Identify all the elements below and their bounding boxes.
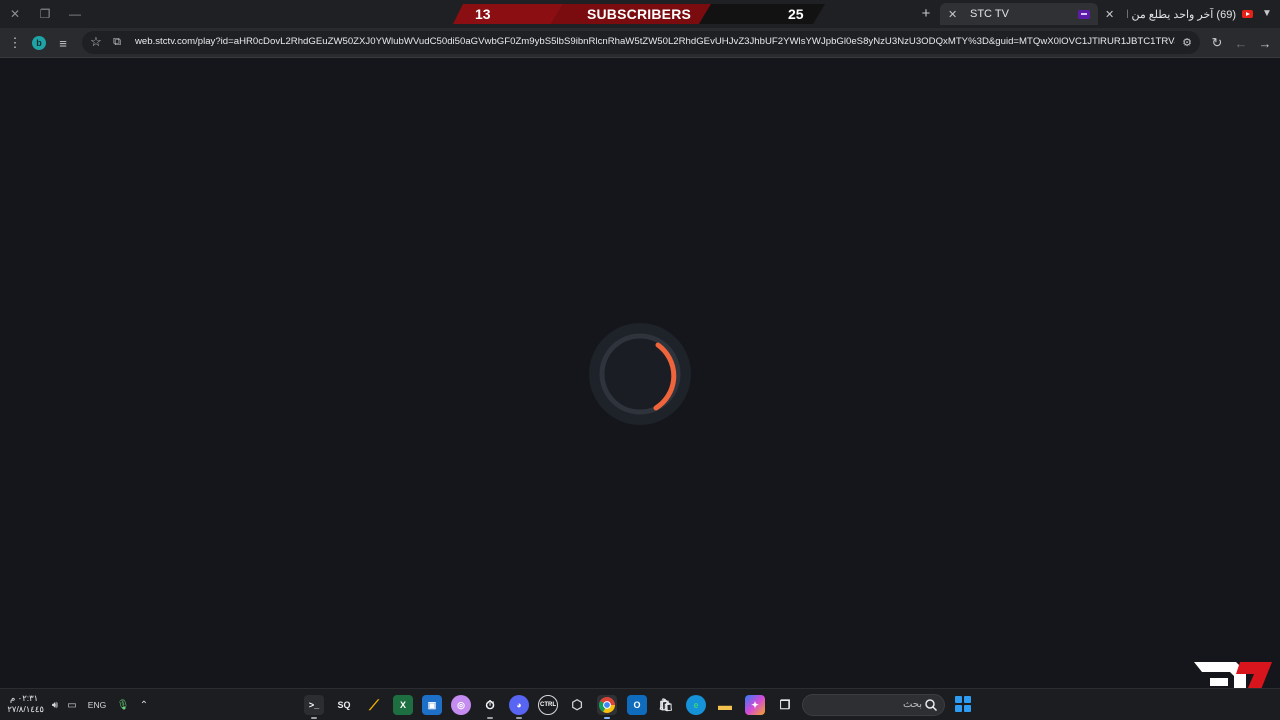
page-content: [0, 58, 1280, 688]
taskbar: ٠٢:٣١ م ٢٧/٨/١٤٤٥ 🔊︎ ▭ ENG 🎙︎ ⌃ >_ SQ ⟋ …: [0, 688, 1280, 720]
browser-toolbar: ⋮ b ≡ ☆ ⧉ web.stctv.com/play?id=aHR0cDov…: [0, 28, 1280, 58]
volume-icon[interactable]: 🔊︎: [48, 697, 62, 713]
network-icon[interactable]: ▭: [65, 697, 79, 713]
window-close-button[interactable]: ✕: [0, 0, 30, 28]
chevron-down-icon: ▼: [1262, 8, 1272, 19]
language-indicator[interactable]: ENG: [87, 697, 107, 713]
loading-spinner: [589, 323, 691, 425]
windows-logo-tile: [964, 696, 971, 703]
clock-date: ٢٧/٨/١٤٤٥: [7, 704, 44, 714]
chevron-up-icon: ⌃: [139, 699, 149, 711]
outlook-icon[interactable]: O: [627, 695, 647, 715]
system-clock[interactable]: ٠٢:٣١ م ٢٧/٨/١٤٤٥: [7, 693, 44, 715]
site-info-icon[interactable]: ⧉: [108, 33, 126, 51]
windows-logo-tile: [955, 696, 962, 703]
discord-icon[interactable]: ◕: [509, 695, 529, 719]
store-icon[interactable]: 🛍︎: [656, 695, 676, 715]
back-button[interactable]: →: [1256, 34, 1274, 52]
window-app-icon[interactable]: ▣: [422, 695, 442, 715]
tab-search-button[interactable]: ▼: [1258, 5, 1276, 23]
copilot-icon[interactable]: ✦: [745, 695, 765, 715]
reading-list-button[interactable]: ≡: [54, 34, 72, 52]
tab-stc-tv[interactable]: ✕ STC TV: [940, 3, 1098, 25]
window-minimize-button[interactable]: —: [60, 0, 90, 28]
search-placeholder: بحث: [902, 699, 922, 710]
address-bar[interactable]: ☆ ⧉ web.stctv.com/play?id=aHR0cDovL2RhdG…: [82, 31, 1200, 54]
edge-icon[interactable]: e: [686, 695, 706, 715]
window-restore-button[interactable]: ❐: [30, 0, 60, 28]
reload-button[interactable]: ↻: [1208, 34, 1226, 52]
pen-app-icon[interactable]: ⟋: [364, 695, 384, 715]
title-bar: ✕ ❐ — 13 SUBSCRIBERS 25 + ✕ STC TV ✕ (69…: [0, 0, 1280, 28]
sql-app-icon[interactable]: SQ: [334, 695, 354, 715]
tab-title: (69) آخر واحد يطلع من الجبل الثلج...: [1127, 8, 1236, 21]
start-button[interactable]: [955, 696, 971, 712]
terminal-icon[interactable]: >_: [304, 695, 324, 719]
subscribers-label: SUBSCRIBERS: [586, 6, 692, 22]
restore-icon: ❐: [39, 7, 51, 21]
windows-logo-tile: [955, 705, 962, 712]
clock-app-icon[interactable]: ⏱: [480, 695, 500, 719]
tab-youtube[interactable]: ✕ (69) آخر واحد يطلع من الجبل الثلج...: [1101, 3, 1253, 25]
show-hidden-icons-button[interactable]: ⌃: [137, 697, 151, 713]
tab-close-icon[interactable]: ✕: [948, 8, 962, 21]
excel-icon[interactable]: X: [393, 695, 413, 715]
taskbar-search[interactable]: بحث: [802, 694, 945, 716]
close-icon: ✕: [9, 7, 21, 21]
more-vertical-icon: ⋮: [8, 35, 22, 50]
youtube-icon: [1242, 10, 1253, 18]
url-text[interactable]: web.stctv.com/play?id=aHR0cDovL2RhdGEuZW…: [135, 36, 1175, 47]
arrow-right-icon: →: [1258, 35, 1272, 51]
task-view-icon[interactable]: ❐: [775, 695, 795, 715]
subscribers-right-count: 25: [788, 6, 804, 22]
new-tab-button[interactable]: +: [917, 5, 935, 23]
search-icon: [925, 699, 938, 712]
arrow-left-icon: ←: [1234, 35, 1248, 51]
menu-button[interactable]: ⋮: [6, 34, 24, 52]
microphone-icon[interactable]: 🎙︎: [116, 697, 130, 713]
browser-app-icon[interactable]: ◎: [451, 695, 471, 715]
unity-icon[interactable]: ⬡: [567, 695, 587, 715]
windows-logo-tile: [964, 705, 971, 712]
extension-icon[interactable]: b: [32, 36, 46, 50]
chrome-logo: [599, 697, 615, 713]
reading-list-icon: ≡: [59, 35, 67, 51]
reload-icon: ↻: [1211, 35, 1223, 50]
tab-close-icon[interactable]: ✕: [1105, 8, 1119, 21]
tune-icon[interactable]: ⚙: [1178, 33, 1196, 51]
clock-time: ٠٢:٣١ م: [10, 693, 39, 703]
file-explorer-icon[interactable]: ▬: [715, 695, 735, 715]
bookmark-star-icon[interactable]: ☆: [87, 33, 105, 51]
stc-tv-icon: [1078, 9, 1090, 19]
chrome-icon[interactable]: [597, 695, 617, 719]
subscribers-banner: 13 SUBSCRIBERS 25: [453, 4, 825, 24]
ctrl-app-icon[interactable]: CTRL: [538, 695, 558, 715]
tab-title: STC TV: [970, 8, 1009, 20]
minimize-icon: —: [69, 7, 81, 21]
forward-button[interactable]: ←: [1232, 34, 1250, 52]
